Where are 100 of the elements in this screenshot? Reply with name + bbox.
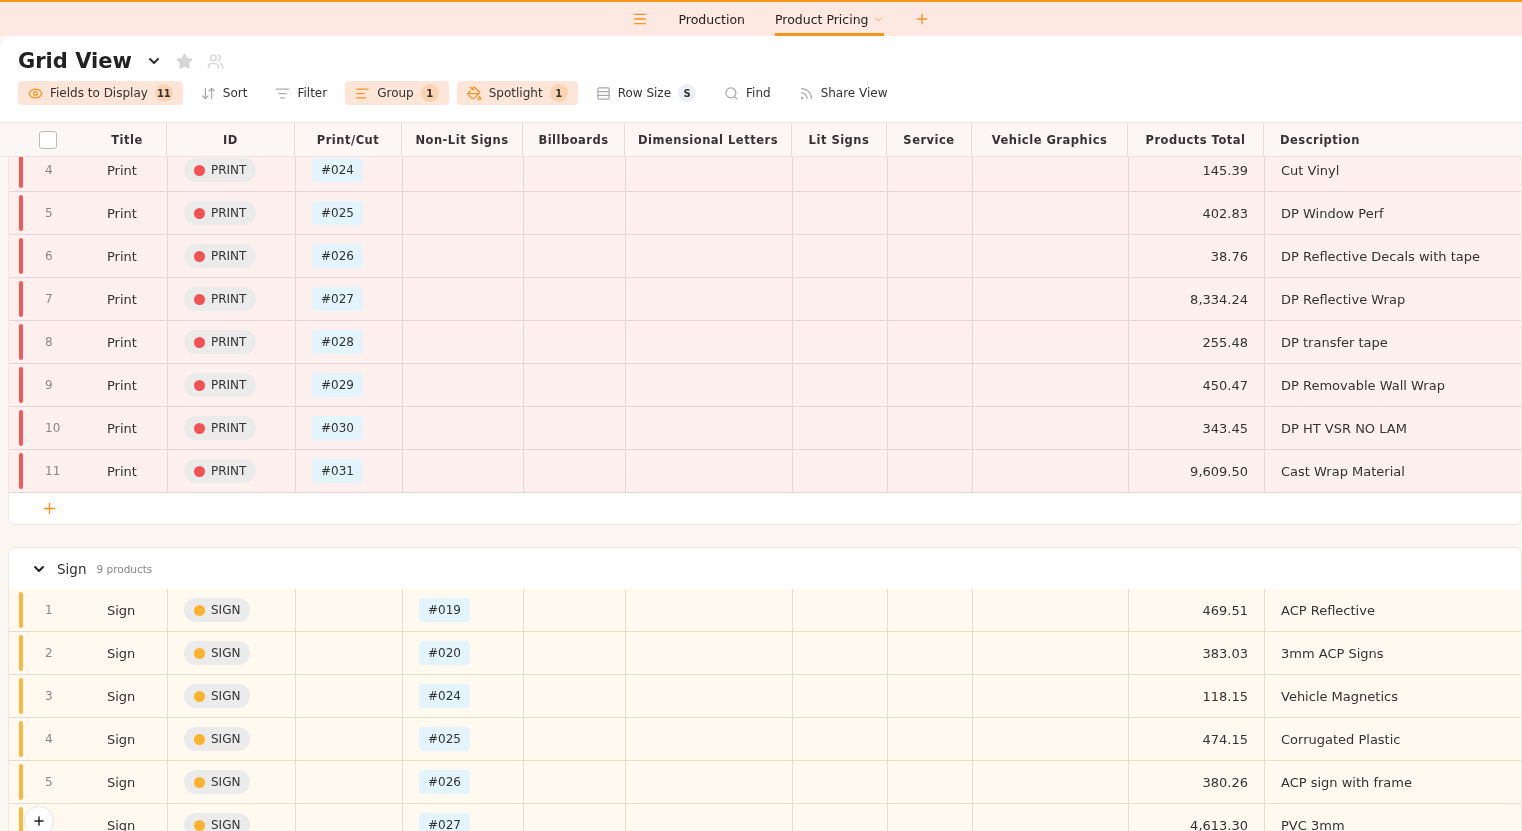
link-tag[interactable]: #025 xyxy=(312,201,363,225)
link-tag[interactable]: #024 xyxy=(419,684,470,708)
row-number: 2 xyxy=(45,646,53,660)
table-cell-text: Print xyxy=(106,161,138,180)
table-cell: 145.39 xyxy=(1202,162,1248,178)
link-tag[interactable]: #026 xyxy=(419,770,470,794)
toolbar-button[interactable]: Row Size S xyxy=(585,81,707,105)
link-tag[interactable]: #028 xyxy=(312,330,363,354)
table-cell: DP Window Perf xyxy=(1281,205,1384,221)
toolbar-label: Fields to Display xyxy=(50,86,148,100)
link-tag[interactable]: #031 xyxy=(312,459,363,483)
table-cell: 3mm ACP Signs xyxy=(1281,645,1384,661)
row-number: 7 xyxy=(45,292,53,306)
paint-bucket-icon xyxy=(466,85,482,101)
link-tag[interactable]: #027 xyxy=(419,813,470,831)
column-header[interactable]: Title xyxy=(88,123,166,156)
table-cell: PVC 3mm xyxy=(1281,817,1345,831)
row-number: 3 xyxy=(45,689,53,703)
select-all-checkbox[interactable] xyxy=(39,130,57,149)
toolbar-button[interactable]: Fields to Display 11 xyxy=(18,81,183,105)
count-badge: S xyxy=(678,84,697,102)
column-header[interactable]: Vehicle Graphics xyxy=(971,123,1127,156)
status-label: PRINT xyxy=(211,292,247,306)
link-tag[interactable]: #025 xyxy=(419,727,470,751)
column-header[interactable]: Non-Lit Signs xyxy=(401,123,522,156)
table-cell: 38.76 xyxy=(1210,248,1248,264)
table-cell: 402.83 xyxy=(1202,205,1248,221)
toolbar-button[interactable]: Group 1 xyxy=(345,81,449,105)
toolbar-button[interactable]: Spotlight 1 xyxy=(456,81,578,105)
search-icon xyxy=(724,85,740,101)
link-tag[interactable]: #020 xyxy=(419,641,470,665)
column-header[interactable]: Billboards xyxy=(522,123,624,156)
row-number: 4 xyxy=(45,163,53,177)
row-number: 5 xyxy=(45,206,53,220)
link-tag[interactable]: #029 xyxy=(312,373,363,397)
status-label: PRINT xyxy=(211,421,247,435)
column-header[interactable]: Lit Signs xyxy=(791,123,886,156)
filter-icon xyxy=(275,85,291,101)
table-cell-text: Sign xyxy=(106,730,137,749)
table-cell-text: Sign xyxy=(106,601,137,620)
toolbar-label: Group xyxy=(377,86,414,100)
column-header[interactable]: Dimensional Letters xyxy=(624,123,791,156)
column-header[interactable]: ID xyxy=(166,123,294,156)
toolbar-button[interactable]: Filter xyxy=(265,81,338,105)
table-cell: DP transfer tape xyxy=(1281,334,1388,350)
table-cell-text: Sign xyxy=(106,773,137,792)
toolbar-button[interactable]: Find xyxy=(714,81,781,105)
status-label: SIGN xyxy=(211,775,241,789)
table-cell: 380.26 xyxy=(1202,774,1248,790)
view-title: Grid View xyxy=(18,49,132,73)
toolbar-button[interactable]: Sort xyxy=(190,81,258,105)
toolbar-button[interactable]: Share View xyxy=(788,81,898,105)
feed-icon xyxy=(798,85,814,101)
column-header[interactable]: Service xyxy=(886,123,971,156)
status-label: PRINT xyxy=(211,378,247,392)
status-label: SIGN xyxy=(211,689,241,703)
table-cell-text: Sign xyxy=(106,687,137,706)
row-number: 8 xyxy=(45,335,53,349)
group-icon xyxy=(355,85,371,101)
link-tag[interactable]: #026 xyxy=(312,244,363,268)
table-cell: DP Removable Wall Wrap xyxy=(1281,377,1445,393)
row-number: 5 xyxy=(45,775,53,789)
table-cell: 8,334.24 xyxy=(1190,291,1248,307)
table-cell: Corrugated Plastic xyxy=(1281,731,1401,747)
add-row-icon[interactable] xyxy=(41,500,58,517)
count-badge: 11 xyxy=(154,84,173,102)
table-cell: ACP sign with frame xyxy=(1281,774,1412,790)
toolbar-label: Share View xyxy=(820,86,888,100)
column-header[interactable]: Products Total xyxy=(1127,123,1263,156)
table-cell-text: Sign xyxy=(106,644,137,663)
menu-icon[interactable] xyxy=(632,11,649,27)
rows-icon xyxy=(595,85,611,101)
toolbar-label: Sort xyxy=(222,86,248,100)
link-tag[interactable]: #027 xyxy=(312,287,363,311)
sort-icon xyxy=(200,85,216,101)
table-cell: ACP Reflective xyxy=(1281,602,1375,618)
column-header[interactable]: Description xyxy=(1263,123,1522,156)
toolbar-label: Filter xyxy=(297,86,328,100)
table-cell: 343.45 xyxy=(1202,420,1248,436)
table-cell: 255.48 xyxy=(1202,334,1248,350)
column-header[interactable]: Print/Cut xyxy=(294,123,401,156)
star-icon[interactable] xyxy=(175,52,193,70)
table-cell: 474.15 xyxy=(1202,731,1248,747)
view-tab[interactable]: Production xyxy=(678,2,745,36)
table-cell: 450.47 xyxy=(1202,377,1248,393)
status-label: PRINT xyxy=(211,249,247,263)
link-tag[interactable]: #024 xyxy=(312,158,363,182)
people-icon[interactable] xyxy=(206,52,224,70)
row-number: 10 xyxy=(45,421,61,435)
group-count: 9 products xyxy=(96,562,153,575)
count-badge: 1 xyxy=(420,84,439,102)
table-cell: DP Reflective Decals with tape xyxy=(1281,248,1480,264)
table-cell-text: Print xyxy=(106,376,138,395)
toolbar-label: Spotlight xyxy=(488,86,543,100)
row-number: 4 xyxy=(45,732,53,746)
group-name: Sign xyxy=(57,560,87,577)
link-tag[interactable]: #019 xyxy=(419,598,470,622)
link-tag[interactable]: #030 xyxy=(312,416,363,440)
table-cell: 118.15 xyxy=(1202,688,1248,704)
row-number: 9 xyxy=(45,378,53,392)
